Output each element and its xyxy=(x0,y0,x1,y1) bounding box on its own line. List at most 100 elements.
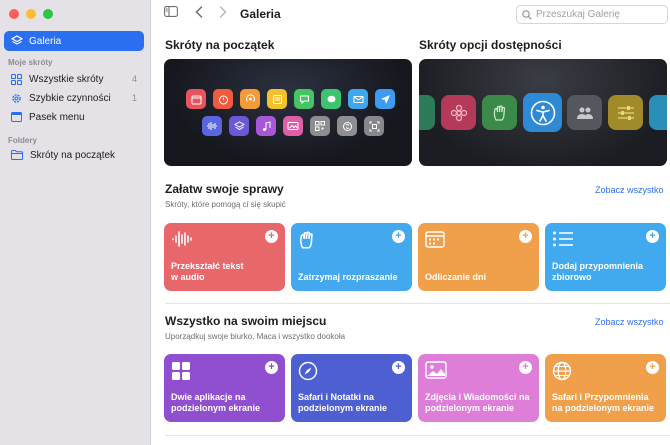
card-label: Zdjęcia i Wiadomości na podzielonym ekra… xyxy=(425,392,530,413)
starter-shortcuts-banner[interactable] xyxy=(164,59,412,166)
timer-icon xyxy=(213,89,233,109)
add-shortcut-button[interactable]: + xyxy=(519,361,532,374)
notes-icon xyxy=(267,89,287,109)
sidebar-item-label: Skróty na początek xyxy=(30,149,116,161)
add-shortcut-button[interactable]: + xyxy=(392,230,405,243)
add-shortcut-button[interactable]: + xyxy=(265,230,278,243)
shortcut-card-stop-distractions[interactable]: + Zatrzymaj rozpraszanie xyxy=(291,223,412,291)
section-title-accessibility: Skróty opcji dostępności xyxy=(419,38,562,52)
see-all-everything-in-place-link[interactable]: Zobacz wszystko xyxy=(595,317,664,327)
photo-icon xyxy=(425,361,447,379)
message-icon xyxy=(294,89,314,109)
section-divider xyxy=(165,435,670,436)
shazam-icon xyxy=(337,116,357,136)
search-field[interactable] xyxy=(516,5,668,24)
shortcut-card-photos-messages-split[interactable]: + Zdjęcia i Wiadomości na podzielonym ek… xyxy=(418,354,539,422)
search-icon xyxy=(522,9,532,20)
calendar-icon xyxy=(425,231,445,248)
globe-icon xyxy=(552,361,572,381)
gallery-content: Skróty na początek Skróty opcji dostępno… xyxy=(151,28,670,445)
sidebar-item-quick-actions[interactable]: Szybkie czynności 1 xyxy=(4,89,144,107)
sidebar-item-label: Wszystkie skróty xyxy=(29,73,104,85)
accessibility-shortcuts-banner[interactable] xyxy=(419,59,667,166)
menu-bar-icon xyxy=(11,112,22,122)
section-subtitle-everything-in-place: Uporządkuj swoje biurko, Maca i wszystko… xyxy=(165,332,346,341)
mail-icon xyxy=(348,89,368,109)
chevron-right-icon xyxy=(219,6,227,18)
music-note-icon xyxy=(256,116,276,136)
list-icon xyxy=(553,231,573,247)
card-label: Zatrzymaj rozpraszanie xyxy=(298,272,398,282)
chat-bubble-icon xyxy=(321,89,341,109)
waveform-icon xyxy=(202,116,222,136)
grid-icon xyxy=(172,362,190,380)
location-arrow-icon xyxy=(375,89,395,109)
sidebar-item-gallery[interactable]: Galeria xyxy=(4,31,144,51)
sidebar-section-folders: Foldery xyxy=(8,136,37,145)
qr-code-icon xyxy=(310,116,330,136)
add-shortcut-button[interactable]: + xyxy=(392,361,405,374)
sliders-icon xyxy=(608,95,643,130)
shortcut-card-safari-notes-split[interactable]: + Safari i Notatki na podzielonym ekrani… xyxy=(291,354,412,422)
search-input[interactable] xyxy=(536,9,656,20)
sidebar: Galeria Moje skróty Wszystkie skróty 4 S… xyxy=(0,0,151,445)
card-label: Przekształć tekst w audio xyxy=(171,261,244,282)
window-title: Galeria xyxy=(240,7,281,21)
sidebar-item-count: 4 xyxy=(131,74,137,84)
sidebar-item-count: 1 xyxy=(131,93,137,103)
minimize-window-button[interactable] xyxy=(26,9,36,19)
flower-icon xyxy=(441,95,476,130)
window-controls xyxy=(9,9,53,19)
toolbar: Galeria xyxy=(151,0,670,28)
sidebar-section-my-shortcuts: Moje skróty xyxy=(8,58,53,67)
section-subtitle-get-things-done: Skróty, które pomogą ci się skupić xyxy=(165,200,286,209)
card-label: Dwie aplikacje na podzielonym ekranie xyxy=(171,392,261,413)
partial-tile-icon xyxy=(649,95,667,130)
grid-icon xyxy=(11,73,22,85)
card-label: Dodaj przypomnienia zbiorowo xyxy=(552,261,644,282)
gear-icon xyxy=(12,93,21,103)
section-title-get-things-done: Załatw swoje sprawy xyxy=(165,182,284,196)
back-button[interactable] xyxy=(195,6,203,18)
raised-hand-icon xyxy=(300,231,313,249)
layers-icon xyxy=(11,35,23,45)
photo-frame-icon xyxy=(283,116,303,136)
shortcut-card-text-to-audio[interactable]: + Przekształć tekst w audio xyxy=(164,223,285,291)
add-shortcut-button[interactable]: + xyxy=(646,230,659,243)
screenshot-icon xyxy=(364,116,384,136)
sidebar-item-menu-bar[interactable]: Pasek menu xyxy=(4,108,144,126)
accessibility-tile-icon xyxy=(419,95,435,130)
card-label: Odliczanie dni xyxy=(425,272,487,282)
sidebar-item-label: Pasek menu xyxy=(29,111,85,123)
section-title-everything-in-place: Wszystko na swoim miejscu xyxy=(165,314,327,328)
add-shortcut-button[interactable]: + xyxy=(265,361,278,374)
calendar-add-icon xyxy=(186,89,206,109)
toggle-sidebar-button[interactable] xyxy=(164,6,178,17)
section-title-starter: Skróty na początek xyxy=(165,38,275,52)
sidebar-item-label: Szybkie czynności xyxy=(29,92,111,104)
layers-icon xyxy=(229,116,249,136)
shortcut-card-safari-reminders-split[interactable]: + Safari i Przypomnienia na podzielonym … xyxy=(545,354,666,422)
card-label: Safari i Przypomnienia na podzielonym ek… xyxy=(552,392,655,413)
add-shortcut-button[interactable]: + xyxy=(646,361,659,374)
sidebar-toggle-icon xyxy=(164,6,178,17)
zoom-window-button[interactable] xyxy=(43,9,53,19)
shortcut-card-countdown[interactable]: + Odliczanie dni xyxy=(418,223,539,291)
folder-icon xyxy=(11,150,23,160)
raised-hand-icon xyxy=(482,95,517,130)
card-label: Safari i Notatki na podzielonym ekranie xyxy=(298,392,388,413)
people-icon xyxy=(567,95,602,130)
shortcut-card-two-apps-split[interactable]: + Dwie aplikacje na podzielonym ekranie xyxy=(164,354,285,422)
sidebar-item-all-shortcuts[interactable]: Wszystkie skróty 4 xyxy=(4,70,144,88)
add-shortcut-button[interactable]: + xyxy=(519,230,532,243)
see-all-get-things-done-link[interactable]: Zobacz wszystko xyxy=(595,185,664,195)
section-divider xyxy=(165,303,670,304)
forward-button[interactable] xyxy=(219,6,227,18)
close-window-button[interactable] xyxy=(9,9,19,19)
shortcut-card-bulk-reminders[interactable]: + Dodaj przypomnienia zbiorowo xyxy=(545,223,666,291)
sidebar-folder-starter-shortcuts[interactable]: Skróty na początek xyxy=(4,146,144,164)
sidebar-item-label: Galeria xyxy=(29,35,62,47)
compass-icon xyxy=(298,361,318,381)
chevron-left-icon xyxy=(195,6,203,18)
waveform-icon xyxy=(172,231,192,247)
